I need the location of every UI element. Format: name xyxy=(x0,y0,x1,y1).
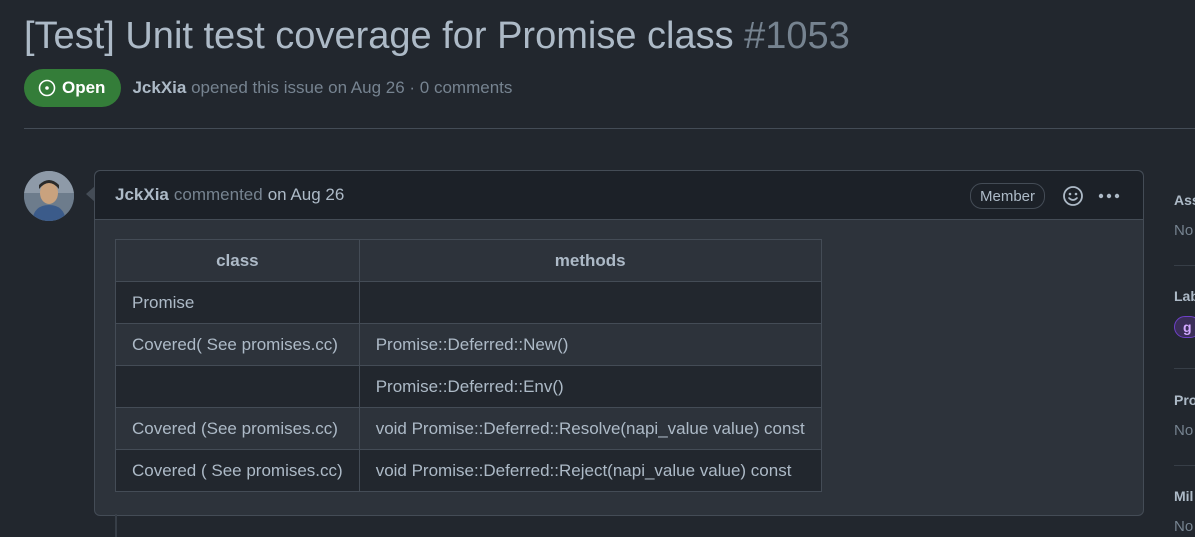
comment-action: commented xyxy=(173,185,263,204)
sidebar-milestone[interactable]: Mil No xyxy=(1174,488,1193,535)
comment-box: JckXia commented on Aug 26 Member class … xyxy=(94,170,1144,516)
member-badge: Member xyxy=(970,183,1046,209)
sidebar-projects-value: No xyxy=(1174,422,1194,439)
issue-meta-text: opened this issue on Aug 26 · 0 comments xyxy=(191,78,513,97)
table-cell-class: Covered (See promises.cc) xyxy=(115,407,360,450)
issue-title-text: [Test] Unit test coverage for Promise cl… xyxy=(24,15,734,57)
coverage-table: class methods Promise Covered( See promi… xyxy=(115,239,822,492)
comment-author-link[interactable]: JckXia xyxy=(115,185,169,205)
table-row: Covered (See promises.cc) void Promise::… xyxy=(115,407,822,450)
sidebar-assignees-heading: Ass xyxy=(1174,192,1195,208)
table-cell-method: Promise::Deferred::New() xyxy=(358,323,822,366)
issue-author-link[interactable]: JckXia xyxy=(132,78,186,97)
issue-state-badge: Open xyxy=(24,69,122,107)
comment-date-link[interactable]: on Aug 26 xyxy=(268,185,345,205)
label-chip[interactable]: g xyxy=(1174,316,1195,338)
table-cell-method: void Promise::Deferred::Reject(napi_valu… xyxy=(358,449,822,492)
sidebar-assignees[interactable]: Ass No xyxy=(1174,192,1195,239)
sidebar-milestone-heading: Mil xyxy=(1174,488,1194,504)
issue-title: [Test] Unit test coverage for Promise cl… xyxy=(24,12,850,60)
issue-state-label: Open xyxy=(62,78,106,97)
timeline-line xyxy=(115,514,117,537)
header-divider xyxy=(24,128,1195,129)
table-cell-class: Covered( See promises.cc) xyxy=(115,323,360,366)
sidebar-milestone-value: No xyxy=(1174,518,1194,535)
sidebar-divider xyxy=(1174,465,1195,466)
sidebar-labels-heading: Lab xyxy=(1174,288,1195,304)
avatar[interactable] xyxy=(24,171,74,221)
sidebar-assignees-value: No xyxy=(1174,222,1194,239)
table-row: Promise xyxy=(115,281,822,324)
comment-header: JckXia commented on Aug 26 Member xyxy=(95,171,1143,220)
table-row: Covered ( See promises.cc) void Promise:… xyxy=(115,449,822,492)
table-cell-method xyxy=(358,281,822,324)
table-header-class: class xyxy=(115,239,360,282)
table-cell-method: void Promise::Deferred::Resolve(napi_val… xyxy=(358,407,822,450)
smiley-icon[interactable] xyxy=(1061,184,1085,208)
table-cell-class: Covered ( See promises.cc) xyxy=(115,449,360,492)
sidebar-projects[interactable]: Pro No xyxy=(1174,392,1195,439)
table-header-row: class methods xyxy=(115,239,822,282)
sidebar-projects-heading: Pro xyxy=(1174,392,1195,408)
sidebar-labels[interactable]: Lab g xyxy=(1174,288,1195,338)
table-row: Covered( See promises.cc) Promise::Defer… xyxy=(115,323,822,366)
sidebar-divider xyxy=(1174,265,1195,266)
issue-opened-icon xyxy=(38,79,56,97)
table-cell-class xyxy=(115,365,360,408)
sidebar-divider xyxy=(1174,368,1195,369)
table-row: Promise::Deferred::Env() xyxy=(115,365,822,408)
table-cell-class: Promise xyxy=(115,281,360,324)
table-cell-method: Promise::Deferred::Env() xyxy=(358,365,822,408)
table-header-methods: methods xyxy=(358,239,822,282)
issue-meta-line: JckXia opened this issue on Aug 26 · 0 c… xyxy=(132,78,512,98)
kebab-horizontal-icon[interactable] xyxy=(1095,184,1123,208)
issue-meta: Open JckXia opened this issue on Aug 26 … xyxy=(24,69,512,107)
issue-number: #1053 xyxy=(744,15,850,57)
